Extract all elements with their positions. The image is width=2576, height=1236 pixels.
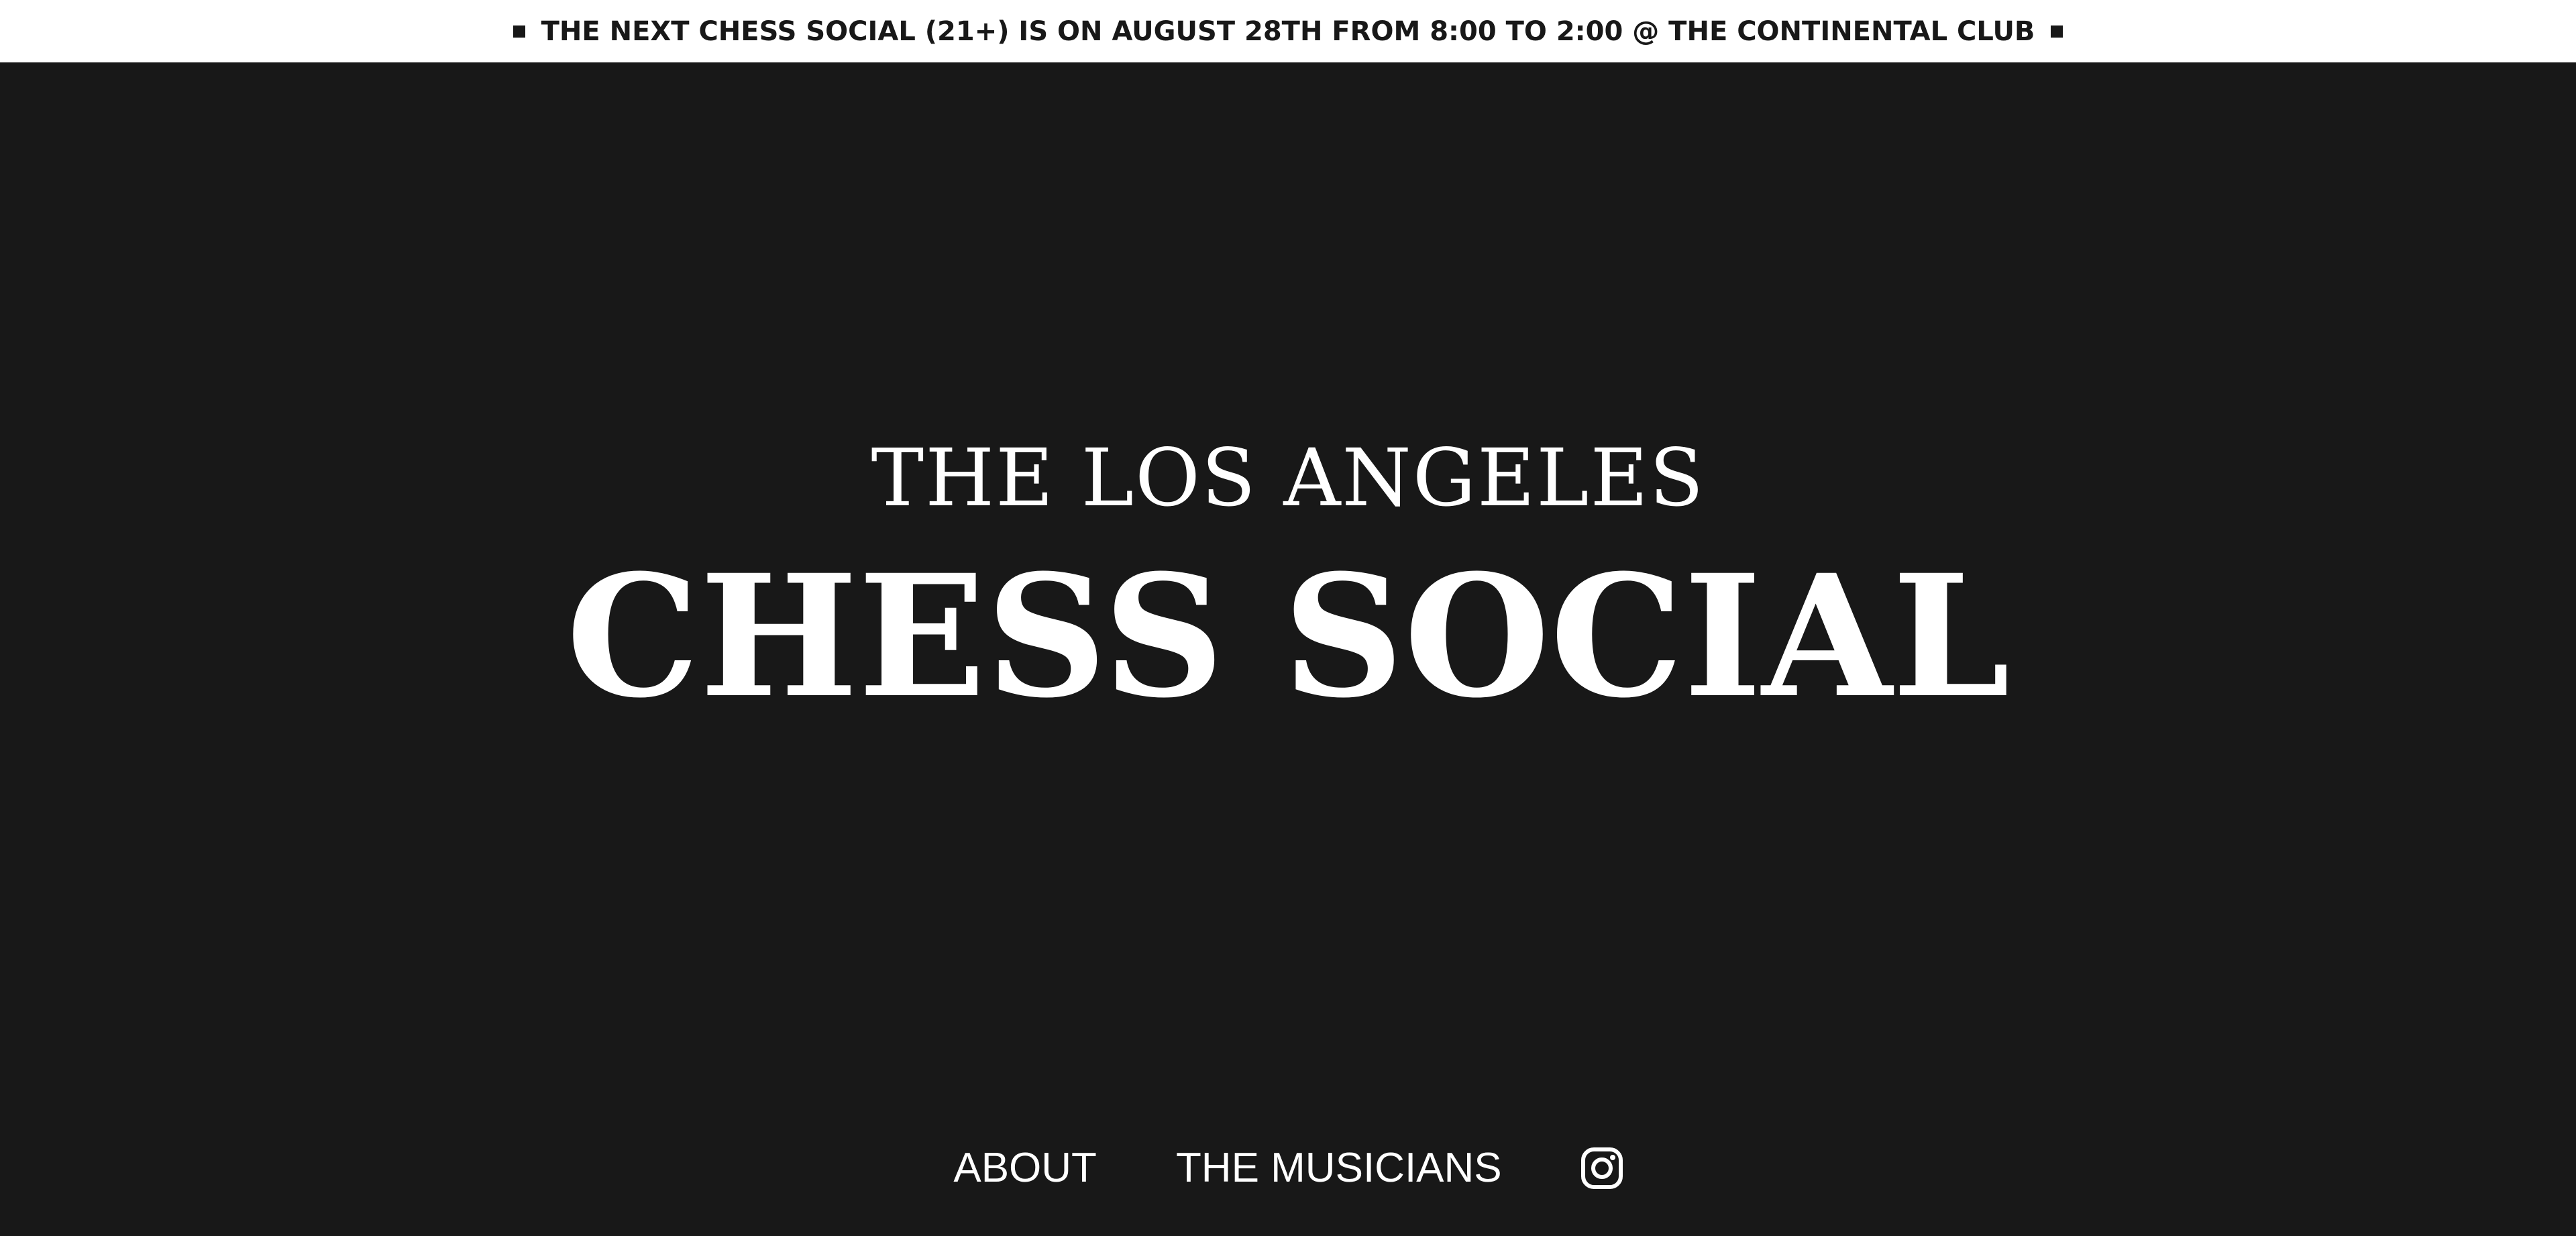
- hero: THE LOS ANGELES CHESS SOCIAL ABOUT THE M…: [0, 62, 2576, 1236]
- announcement-bar: THE NEXT CHESS SOCIAL (21+) IS ON AUGUST…: [0, 0, 2576, 62]
- nav-link-about[interactable]: ABOUT: [953, 1147, 1097, 1189]
- instagram-icon[interactable]: [1580, 1147, 1623, 1189]
- announcement-text: THE NEXT CHESS SOCIAL (21+) IS ON AUGUST…: [541, 15, 2035, 47]
- hero-title: CHESS SOCIAL: [566, 537, 2010, 735]
- square-bullet-icon: [2051, 25, 2063, 38]
- announcement-content: THE NEXT CHESS SOCIAL (21+) IS ON AUGUST…: [513, 16, 2063, 47]
- nav-link-the-musicians[interactable]: THE MUSICIANS: [1176, 1147, 1502, 1189]
- square-bullet-icon: [513, 25, 525, 38]
- hero-kicker: THE LOS ANGELES: [871, 431, 1705, 524]
- main-nav: ABOUT THE MUSICIANS: [0, 1147, 2576, 1189]
- page: THE NEXT CHESS SOCIAL (21+) IS ON AUGUST…: [0, 0, 2576, 1236]
